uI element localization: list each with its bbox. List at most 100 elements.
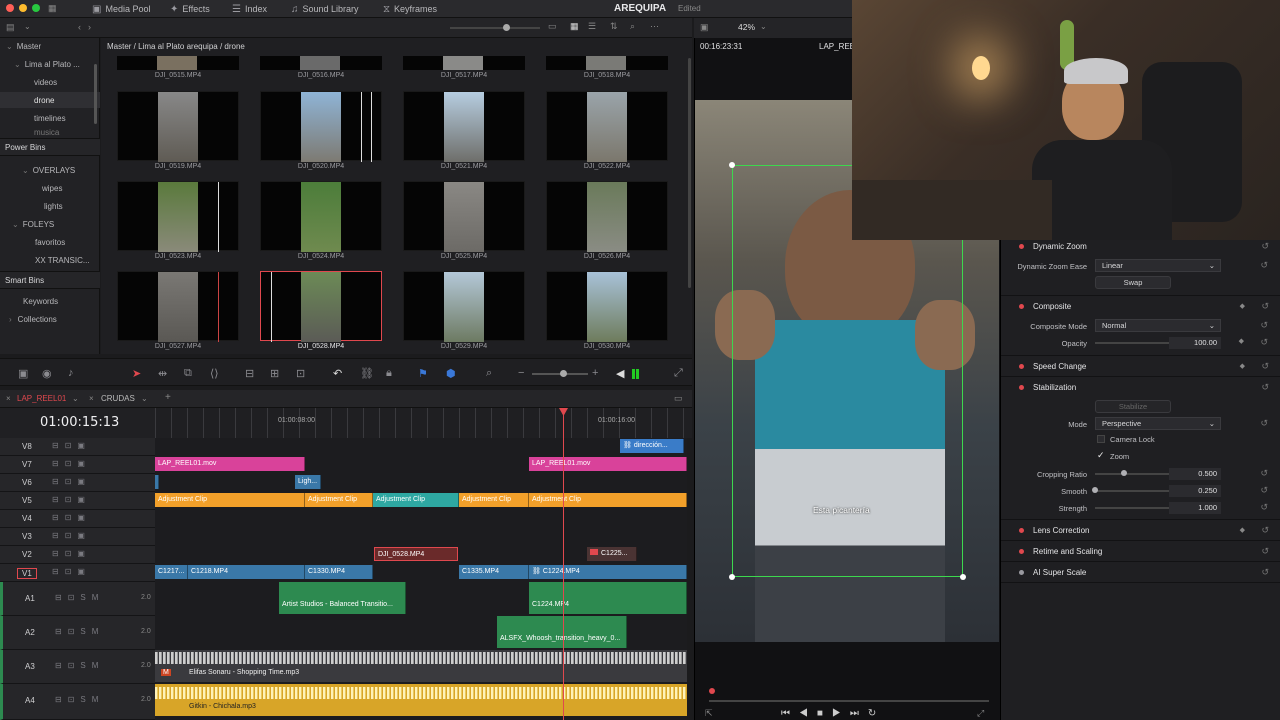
timeline-clip[interactable]: Ligh... [295, 475, 321, 489]
timeline-clip[interactable]: C1218.MP4 [188, 565, 305, 579]
track-controls-icon[interactable]: ⊟⊡SM [55, 593, 104, 602]
reset-icon[interactable]: ↺ [1261, 546, 1269, 557]
track-header-v6[interactable]: V6 ⊟⊡▣ [0, 474, 155, 492]
marker-icon[interactable]: ⬢ [446, 367, 456, 380]
zoom-in-icon[interactable]: + [592, 367, 598, 379]
section-stabilization[interactable]: Stabilization ↺ [1001, 377, 1280, 397]
timeline-clip[interactable]: Adjustment Clip [155, 493, 305, 507]
track-header-a2[interactable]: A2 ⊟⊡SM 2.0 [0, 616, 155, 650]
track-header-v2[interactable]: V2 ⊟⊡▣ [0, 546, 155, 564]
tab-effects[interactable]: ✦ Effects [170, 2, 210, 16]
snapping-icon[interactable]: ↶ [333, 367, 342, 380]
tab-index[interactable]: ☰ Index [232, 2, 267, 16]
bin-timelines[interactable]: timelines [0, 110, 100, 126]
track-controls-icon[interactable]: ⊟⊡▣ [52, 459, 91, 468]
scrollbar[interactable] [94, 64, 97, 124]
speaker-icon[interactable]: ◀︎ [616, 367, 624, 380]
zoom-checkbox[interactable]: ✓ [1097, 450, 1105, 461]
enable-toggle[interactable] [1019, 569, 1024, 575]
clip-thumbnail[interactable] [117, 91, 239, 162]
timeline-clip[interactable]: LAP_REEL01.mov [155, 457, 305, 471]
audio-clip[interactable]: C1224.MP4 [529, 582, 687, 614]
insert-clip-icon[interactable]: ⊟ [245, 367, 254, 380]
keyframe-icon[interactable]: ◆ [1240, 526, 1245, 534]
audio-clip[interactable]: Gitkin - Chichala.mp3 [155, 684, 687, 716]
track-controls-icon[interactable]: ⊟⊡▣ [52, 441, 91, 450]
bin-musica[interactable]: musica [0, 128, 100, 136]
blade-tool-icon[interactable]: ⟨⟩ [210, 367, 219, 380]
bin-favoritos[interactable]: favoritos [0, 234, 100, 250]
clip-thumbnail[interactable] [403, 271, 525, 342]
bin-videos[interactable]: videos [0, 74, 100, 90]
timeline-clip[interactable]: Adjustment Clip [305, 493, 373, 507]
link-icon[interactable]: ⛓ [360, 367, 374, 380]
cropping-ratio-value[interactable]: 0.500 [1169, 468, 1221, 480]
thumbnail-size-slider[interactable] [450, 27, 540, 29]
timeline-clip[interactable]: C1335.MP4 [459, 565, 529, 579]
search-icon[interactable]: ⌕ [630, 21, 635, 32]
clip-thumbnail[interactable] [117, 181, 239, 252]
bin-master[interactable]: ⌄ Master [0, 38, 100, 54]
bin-keywords[interactable]: Keywords [0, 293, 100, 309]
tab-lap-reel01[interactable]: LAP_REEL01 [17, 394, 66, 403]
clip-thumbnail[interactable] [403, 56, 525, 70]
track-controls-icon[interactable]: ⊟⊡SM [55, 627, 104, 636]
clip-thumbnail[interactable] [546, 91, 668, 162]
thumbnail-view-icon[interactable]: ▦ [570, 21, 579, 32]
section-retime-scaling[interactable]: Retime and Scaling ↺ [1001, 541, 1280, 561]
flag-icon[interactable]: ⚑ [418, 367, 428, 380]
microphone-icon[interactable]: ♪ [68, 367, 74, 379]
full-screen-icon[interactable]: ⤢ [674, 367, 683, 380]
scrollbar[interactable] [688, 58, 691, 288]
reset-icon[interactable]: ↺ [1260, 337, 1268, 348]
reset-icon[interactable]: ↺ [1260, 260, 1268, 271]
enable-toggle[interactable] [1019, 527, 1024, 533]
reset-icon[interactable]: ↺ [1260, 418, 1268, 429]
clip-thumbnail[interactable] [546, 271, 668, 342]
list-view-icon[interactable]: ☰ [588, 21, 596, 32]
bin-collections[interactable]: › Collections [0, 311, 100, 327]
reset-icon[interactable]: ↺ [1261, 361, 1269, 372]
section-composite[interactable]: Composite ◆ ↺ [1001, 296, 1280, 316]
track-controls-icon[interactable]: ⊟⊡▣ [52, 513, 91, 522]
keyframe-icon[interactable]: ◆ [1240, 362, 1245, 370]
timeline-clip[interactable]: Adjustment Clip [459, 493, 529, 507]
bin-lima-al-plato[interactable]: ⌄ Lima al Plato ... [0, 56, 100, 72]
track-header-v7[interactable]: V7 ⊟⊡▣ [0, 456, 155, 474]
back-icon[interactable]: ‹ [78, 22, 81, 32]
timeline-timecode[interactable]: 01:00:15:13 [40, 415, 119, 430]
clip-thumbnail[interactable] [403, 91, 525, 162]
fullscreen-viewer-icon[interactable]: ⤢ [977, 708, 984, 719]
reset-icon[interactable]: ↺ [1260, 502, 1268, 513]
clip-thumbnail[interactable] [117, 271, 239, 342]
dynamic-trim-icon[interactable]: ⧉ [184, 367, 192, 380]
enable-toggle[interactable] [1019, 303, 1024, 309]
clip-thumbnail[interactable] [403, 181, 525, 252]
reset-icon[interactable]: ↺ [1260, 320, 1268, 331]
chevron-down-icon[interactable]: ⌄ [760, 22, 767, 31]
strength-value[interactable]: 1.000 [1169, 502, 1221, 514]
track-controls-icon[interactable]: ⊟⊡▣ [52, 567, 91, 576]
reset-icon[interactable]: ↺ [1260, 468, 1268, 479]
track-header-a1[interactable]: A1 ⊟⊡SM 2.0 [0, 582, 155, 616]
clip-thumbnail[interactable] [546, 56, 668, 70]
timeline-clip[interactable] [155, 475, 159, 489]
enable-toggle[interactable] [1019, 548, 1024, 554]
clip-thumbnail[interactable] [260, 181, 382, 252]
timeline-clip[interactable]: LAP_REEL01.mov [529, 457, 687, 471]
replace-clip-icon[interactable]: ⊡ [296, 367, 305, 380]
track-controls-icon[interactable]: ⊟⊡SM [55, 695, 104, 704]
enable-toggle[interactable] [1019, 384, 1024, 390]
zoom-icon[interactable]: ⌕ [486, 367, 492, 380]
overwrite-clip-icon[interactable]: ⊞ [270, 367, 279, 380]
timeline-clip[interactable]: ⛓ dirección... [620, 439, 684, 453]
keyframe-icon[interactable]: ◆ [1239, 337, 1244, 345]
timeline-clip[interactable]: ⛓ C1224.MP4 [529, 565, 687, 579]
track-controls-icon[interactable]: ⊟⊡▣ [52, 549, 91, 558]
selection-tool-icon[interactable]: ➤ [132, 367, 141, 380]
close-icon[interactable]: × [89, 394, 94, 403]
track-controls-icon[interactable]: ⊟⊡▣ [52, 477, 91, 486]
close-icon[interactable]: × [6, 394, 11, 403]
track-header-v3[interactable]: V3 ⊟⊡▣ [0, 528, 155, 546]
smooth-value[interactable]: 0.250 [1169, 485, 1221, 497]
